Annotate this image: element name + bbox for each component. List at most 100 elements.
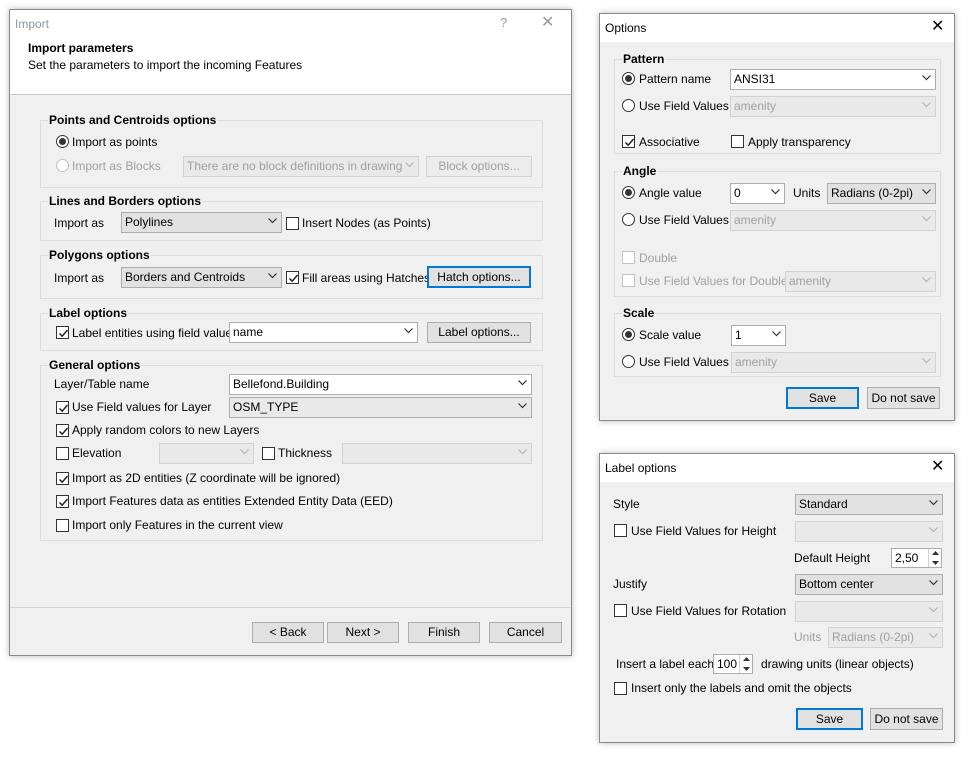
polygons-import-as-combo[interactable]: Borders and Centroids [121, 267, 282, 288]
import-2d-checkbox[interactable] [56, 472, 69, 485]
spin-up-icon[interactable] [740, 655, 752, 664]
scale-value-combo[interactable]: 1 [731, 325, 786, 346]
scale-field-radio[interactable] [622, 355, 635, 368]
import-eed-checkbox[interactable] [56, 495, 69, 508]
label-save-button[interactable]: Save [796, 708, 863, 730]
double-field-combo[interactable]: amenity [785, 271, 936, 292]
spinner-buttons[interactable] [739, 655, 752, 673]
label-units-combo[interactable]: Radians (0-2pi) [828, 627, 943, 648]
checkmark-icon [624, 138, 635, 147]
lines-import-as-value: Polylines [125, 215, 174, 229]
scale-input-value: 1 [735, 328, 742, 342]
angle-field-label: Use Field Values [639, 213, 729, 227]
chevron-down-icon [922, 189, 931, 195]
angle-value-radio[interactable] [622, 186, 635, 199]
random-colors-checkbox[interactable] [56, 424, 69, 437]
associative-label: Associative [639, 135, 700, 149]
header-title: Import parameters [28, 41, 134, 55]
double-checkbox[interactable] [622, 251, 635, 264]
justify-combo[interactable]: Bottom center [795, 574, 943, 595]
field-height-combo[interactable] [795, 521, 943, 542]
label-entities-checkbox[interactable] [56, 326, 69, 339]
help-icon[interactable]: ? [500, 15, 507, 31]
associative-checkbox[interactable] [622, 135, 635, 148]
angle-units-label: Units [793, 186, 821, 200]
use-field-layer-checkbox[interactable] [56, 401, 69, 414]
thickness-combo[interactable] [342, 443, 532, 464]
import-view-label: Import only Features in the current view [72, 518, 283, 532]
label-close-icon[interactable]: ✕ [931, 459, 944, 475]
label-options-button[interactable]: Label options... [427, 322, 531, 343]
double-field-checkbox[interactable] [622, 274, 635, 287]
label-field-combo[interactable]: name [229, 322, 418, 343]
chevron-down-icon [929, 607, 938, 613]
field-height-checkbox[interactable] [614, 524, 627, 537]
random-colors-label: Apply random colors to new Layers [72, 423, 260, 437]
angle-units-combo[interactable]: Radians (0-2pi) [827, 183, 936, 204]
insert-nodes-checkbox[interactable] [286, 217, 299, 230]
options-close-icon[interactable]: ✕ [931, 19, 944, 35]
chevron-down-icon [922, 358, 931, 364]
chevron-down-icon [404, 328, 413, 334]
chevron-down-icon [929, 500, 938, 506]
thickness-checkbox[interactable] [262, 447, 275, 460]
pattern-field-combo[interactable]: amenity [730, 96, 936, 117]
elevation-checkbox[interactable] [56, 447, 69, 460]
spinner-buttons[interactable] [928, 549, 941, 567]
field-rotation-combo[interactable] [795, 601, 943, 622]
spin-down-icon[interactable] [740, 664, 752, 673]
chevron-down-icon [518, 449, 527, 455]
pattern-name-radio[interactable] [622, 72, 635, 85]
scale-field-combo[interactable]: amenity [731, 352, 936, 373]
checkmark-icon [58, 427, 69, 436]
import-view-checkbox[interactable] [56, 519, 69, 532]
layer-field-combo[interactable]: OSM_TYPE [229, 397, 532, 418]
apply-transparency-checkbox[interactable] [731, 135, 744, 148]
chevron-down-icon [922, 75, 931, 81]
insert-each-prefix: Insert a label each [616, 657, 715, 671]
label-field-value: name [233, 325, 264, 339]
angle-field-combo[interactable]: amenity [730, 210, 936, 231]
import-as-points-label: Import as points [72, 135, 158, 149]
pattern-field-radio[interactable] [622, 99, 635, 112]
chevron-down-icon [929, 580, 938, 586]
block-options-button[interactable]: Block options... [426, 156, 532, 177]
points-group [40, 120, 543, 188]
insert-only-labels-checkbox[interactable] [614, 682, 627, 695]
default-height-label: Default Height [794, 551, 871, 565]
apply-transparency-label: Apply transparency [748, 135, 851, 149]
import-close-icon[interactable]: ✕ [541, 15, 554, 31]
fill-hatches-label: Fill areas using Hatches [302, 271, 431, 285]
default-height-spinner[interactable]: 2,50 [891, 548, 942, 568]
finish-button[interactable]: Finish [408, 622, 480, 643]
insert-each-value: 100 [717, 657, 738, 671]
cancel-button[interactable]: Cancel [489, 622, 562, 643]
blocks-combo[interactable]: There are no block definitions in drawin… [183, 156, 419, 177]
checkmark-icon [58, 329, 69, 338]
style-combo[interactable]: Standard [795, 494, 943, 515]
scale-value-radio[interactable] [622, 328, 635, 341]
options-save-button[interactable]: Save [786, 387, 859, 409]
chevron-down-icon [518, 380, 527, 386]
angle-value-combo[interactable]: 0 [730, 183, 785, 204]
lines-import-as-combo[interactable]: Polylines [121, 212, 282, 233]
import-as-blocks-radio[interactable] [56, 159, 69, 172]
fill-hatches-checkbox[interactable] [286, 271, 299, 284]
angle-field-radio[interactable] [622, 213, 635, 226]
back-button[interactable]: < Back [252, 622, 324, 643]
field-rotation-checkbox[interactable] [614, 604, 627, 617]
layer-field-value: OSM_TYPE [233, 400, 299, 414]
label-do-not-save-button[interactable]: Do not save [870, 708, 943, 730]
spin-down-icon[interactable] [929, 558, 941, 567]
elevation-combo[interactable] [159, 443, 254, 464]
insert-each-spinner[interactable]: 100 [713, 654, 753, 674]
options-do-not-save-button[interactable]: Do not save [867, 387, 940, 409]
layer-name-combo[interactable]: Bellefond.Building [229, 374, 532, 395]
import-as-points-radio[interactable] [56, 135, 69, 148]
scale-value-label: Scale value [639, 328, 702, 342]
spin-up-icon[interactable] [929, 549, 941, 558]
hatch-options-button[interactable]: Hatch options... [427, 266, 531, 288]
chevron-down-icon [518, 403, 527, 409]
pattern-name-combo[interactable]: ANSI31 [730, 69, 936, 90]
next-button[interactable]: Next > [327, 622, 399, 643]
